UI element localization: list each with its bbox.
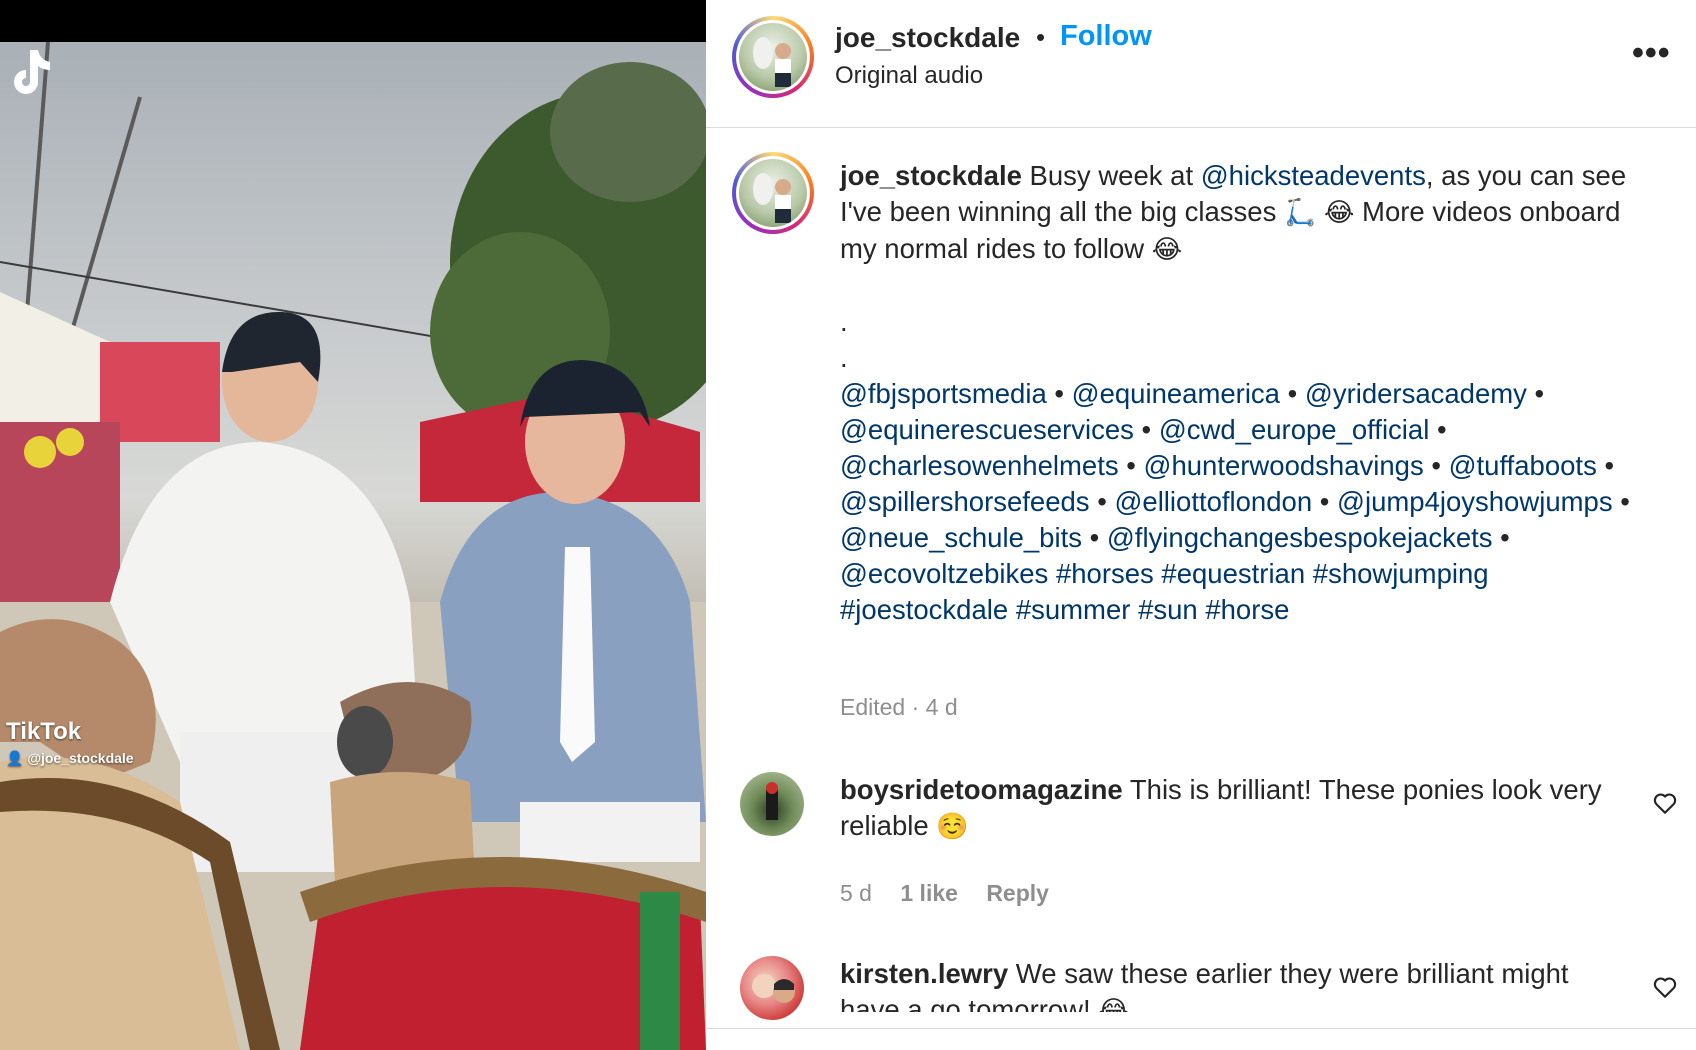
like-heart-icon[interactable] [1652, 790, 1678, 816]
avatar-photo [753, 37, 791, 87]
comment-likes[interactable]: 1 like [900, 880, 958, 906]
mention-separator: • [1133, 414, 1159, 445]
mention-link[interactable]: @hunterwoodshavings [1144, 450, 1424, 481]
post-sidebar: joe_stockdale • Follow Original audio ••… [706, 0, 1696, 1050]
mention-link[interactable]: @tuffaboots [1449, 450, 1597, 481]
video-scene-illustration [0, 42, 706, 1050]
mention-separator: • [1526, 378, 1545, 409]
tiktok-watermark-label: TikTok [6, 718, 82, 745]
author-avatar[interactable] [732, 16, 814, 98]
mention-link[interactable]: @yridersacademy [1305, 378, 1527, 409]
tiktok-watermark-handle: 👤 @joe_stockdale [6, 750, 134, 767]
audio-link[interactable]: Original audio [835, 62, 983, 90]
laughing-emoji: 😂 [1324, 198, 1355, 228]
scooter-emoji: 🛴 [1284, 198, 1317, 228]
mention-separator: • [1492, 522, 1510, 553]
mention-link[interactable]: @hicksteadevents [1201, 160, 1426, 191]
avatar-photo [753, 173, 791, 223]
mention-separator: • [1312, 486, 1338, 517]
post-header: joe_stockdale • Follow Original audio ••… [706, 0, 1696, 128]
hashtag-link[interactable]: #showjumping [1313, 558, 1489, 589]
video-frame[interactable]: TikTok 👤 @joe_stockdale [0, 42, 706, 1050]
comment-age: 5 d [840, 880, 872, 906]
laughing-emoji: 😂 [1151, 235, 1183, 265]
mention-link[interactable]: @ecovoltzebikes [840, 558, 1048, 589]
avatar-photo [752, 974, 795, 1003]
commenter-avatar[interactable] [740, 956, 804, 1020]
caption-dot: . [840, 342, 848, 373]
post-caption: joe_stockdale Busy week at @hicksteadeve… [840, 158, 1660, 628]
mention-separator: • [1118, 450, 1144, 481]
mention-link[interactable]: @neue_schule_bits [840, 522, 1082, 553]
tiktok-icon [14, 50, 50, 94]
hashtag-link[interactable]: #summer [1016, 594, 1131, 625]
caption-username[interactable]: joe_stockdale [840, 160, 1022, 191]
mention-link[interactable]: @jump4joyshowjumps [1337, 486, 1613, 517]
mention-separator: • [1279, 378, 1305, 409]
reply-button[interactable]: Reply [986, 880, 1049, 906]
mention-separator: • [1612, 486, 1630, 517]
caption-text: Busy week at [1021, 160, 1201, 191]
mention-link[interactable]: @equinerescueservices [840, 414, 1134, 445]
follow-button[interactable]: Follow [1060, 20, 1152, 53]
more-options-icon[interactable]: ••• [1632, 34, 1671, 73]
mention-link[interactable]: @spillershorsefeeds [840, 486, 1090, 517]
hashtag-link[interactable]: #horse [1205, 594, 1289, 625]
header-separator: • [1036, 22, 1046, 52]
laughing-emoji: 😂 [1098, 996, 1129, 1012]
commenter-avatar[interactable] [740, 772, 804, 836]
divider [706, 1028, 1696, 1029]
mention-link[interactable]: @equineamerica [1072, 378, 1280, 409]
mention-link[interactable]: @flyingchangesbespokejackets [1107, 522, 1493, 553]
mention-separator: • [1596, 450, 1615, 481]
mention-separator: • [1429, 414, 1447, 445]
author-username[interactable]: joe_stockdale [835, 22, 1020, 54]
caption-author-avatar[interactable] [732, 152, 814, 234]
mention-separator: • [1081, 522, 1107, 553]
mention-separator: • [1423, 450, 1449, 481]
caption-tags: @fbjsportsmedia • @equineamerica • @yrid… [840, 376, 1660, 628]
mention-link[interactable]: @fbjsportsmedia [840, 378, 1047, 409]
comment: boysridetoomagazine This is brilliant! T… [840, 772, 1620, 845]
edited-timestamp: Edited · 4 d [840, 694, 958, 720]
hashtag-link[interactable]: #horses [1056, 558, 1154, 589]
hashtag-link[interactable]: #joestockdale [840, 594, 1008, 625]
mention-link[interactable]: @elliottoflondon [1114, 486, 1312, 517]
mention-separator: • [1046, 378, 1072, 409]
smiling-emoji: ☺️ [936, 812, 969, 842]
caption-dot: . [840, 306, 848, 337]
mention-link[interactable]: @charlesowenhelmets [840, 450, 1119, 481]
comment-username[interactable]: boysridetoomagazine [840, 774, 1123, 805]
comment-meta: 5 d 1 like Reply [840, 880, 1071, 907]
avatar-photo [766, 782, 778, 820]
mention-separator: • [1089, 486, 1115, 517]
like-heart-icon[interactable] [1652, 974, 1678, 1000]
hashtag-link[interactable]: #equestrian [1161, 558, 1305, 589]
hashtag-link[interactable]: #sun [1138, 594, 1198, 625]
tiktok-handle-text: @joe_stockdale [27, 750, 134, 766]
user-icon: 👤 [6, 750, 24, 766]
comment: kirsten.lewry We saw these earlier they … [840, 956, 1620, 1012]
video-player[interactable]: TikTok 👤 @joe_stockdale [0, 0, 706, 1050]
comment-username[interactable]: kirsten.lewry [840, 958, 1008, 989]
mention-link[interactable]: @cwd_europe_official [1159, 414, 1430, 445]
